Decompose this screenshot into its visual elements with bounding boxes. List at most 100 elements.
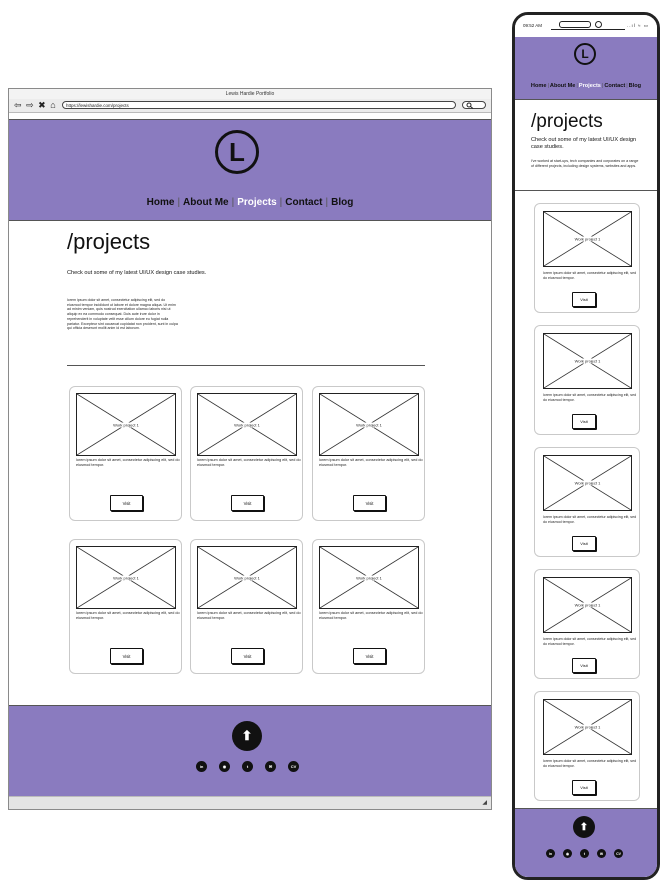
nav-about-me[interactable]: About Me — [180, 197, 232, 208]
signal-icon: ..ıl ≈ ▭ — [627, 23, 649, 28]
mobile-logo[interactable]: L — [574, 43, 596, 65]
placeholder-caption: Work project 1 — [233, 422, 261, 427]
visit-button[interactable]: Visit — [353, 495, 386, 511]
project-image-placeholder: Work project 1 — [319, 546, 419, 609]
placeholder-caption: Work project 1 — [355, 422, 383, 427]
nav-home[interactable]: Home — [144, 197, 178, 208]
main-nav: Home | About Me | Projects | Contact | Blog — [9, 197, 491, 208]
project-card: Work project 1 lorem ipsum dolor sit amet… — [312, 539, 425, 674]
site-header: L Home | About Me | Projects | Contact | Blog — [9, 119, 491, 221]
search-icon[interactable] — [462, 101, 486, 109]
logo[interactable]: L — [215, 130, 259, 174]
mobile-project-card: Work project 1 lorem ipsum dolor sit amet… — [534, 569, 640, 679]
twitter-icon[interactable]: t — [580, 849, 589, 858]
visit-button[interactable]: Visit — [572, 292, 596, 307]
email-icon[interactable]: ✉ — [265, 761, 276, 772]
m-nav-blog[interactable]: Blog — [628, 83, 642, 89]
nav-blog[interactable]: Blog — [328, 197, 356, 208]
github-icon[interactable]: ◉ — [563, 849, 572, 858]
placeholder-caption: Work project 1 — [573, 724, 602, 730]
visit-button[interactable]: Visit — [572, 658, 596, 673]
placeholder-caption: Work project 1 — [573, 236, 602, 242]
mobile-page-title: /projects — [531, 111, 603, 132]
status-time: 09:52 AM — [523, 23, 543, 28]
project-description: lorem ipsum dolor sit amet, consectetur … — [76, 458, 180, 467]
m-nav-contact[interactable]: Contact — [603, 83, 626, 89]
placeholder-caption: Work project 1 — [573, 480, 602, 486]
project-description: lorem ipsum dolor sit amet, consectetur … — [543, 515, 637, 524]
mobile-nav: Home|About Me|Projects|Contact|Blog — [530, 83, 642, 89]
placeholder-caption: Work project 1 — [355, 575, 383, 580]
project-image-placeholder: Work project 1 — [543, 699, 632, 755]
mobile-divider — [515, 190, 657, 191]
camera-icon — [595, 21, 602, 28]
m-nav-projects[interactable]: Projects — [578, 83, 602, 89]
project-card: Work project 1 lorem ipsum dolor sit amet… — [190, 539, 303, 674]
project-image-placeholder: Work project 1 — [76, 393, 176, 456]
visit-button[interactable]: Visit — [110, 648, 143, 664]
visit-button[interactable]: Visit — [572, 414, 596, 429]
mobile-scroll-top-icon[interactable]: ⬆ — [573, 816, 595, 838]
mobile-project-card: Work project 1 lorem ipsum dolor sit amet… — [534, 203, 640, 313]
mobile-project-card: Work project 1 lorem ipsum dolor sit amet… — [534, 325, 640, 435]
mobile-intro: I've worked at start-ups, tech companies… — [531, 159, 639, 168]
mobile-subtitle: Check out some of my latest UI/UX design… — [531, 137, 637, 150]
project-image-placeholder: Work project 1 — [197, 546, 297, 609]
nav-contact[interactable]: Contact — [282, 197, 325, 208]
speaker-icon — [559, 21, 591, 28]
page-subtitle: Check out some of my latest UI/UX design… — [67, 270, 207, 276]
project-image-placeholder: Work project 1 — [319, 393, 419, 456]
mobile-project-card: Work project 1 lorem ipsum dolor sit amet… — [534, 447, 640, 557]
project-card: Work project 1 lorem ipsum dolor sit amet… — [69, 386, 182, 521]
project-card: Work project 1 lorem ipsum dolor sit amet… — [190, 386, 303, 521]
visit-button[interactable]: Visit — [110, 495, 143, 511]
project-description: lorem ipsum dolor sit amet, consectetur … — [543, 393, 637, 402]
cv-icon[interactable]: CV — [288, 761, 299, 772]
project-description: lorem ipsum dolor sit amet, consectetur … — [543, 271, 637, 280]
site-footer: ⬆ in ◉ t ✉ CV — [9, 705, 491, 797]
github-icon[interactable]: ◉ — [219, 761, 230, 772]
project-card: Work project 1 lorem ipsum dolor sit amet… — [312, 386, 425, 521]
visit-button[interactable]: Visit — [353, 648, 386, 664]
project-image-placeholder: Work project 1 — [543, 455, 632, 511]
visit-button[interactable]: Visit — [231, 648, 264, 664]
project-description: lorem ipsum dolor sit amet, consectetur … — [543, 759, 637, 768]
project-description: lorem ipsum dolor sit amet, consectetur … — [197, 611, 301, 620]
visit-button[interactable]: Visit — [231, 495, 264, 511]
mobile-header: L Home|About Me|Projects|Contact|Blog — [515, 37, 657, 100]
mobile-footer: ⬆ in ◉ t ✉ CV — [515, 808, 657, 877]
project-image-placeholder: Work project 1 — [543, 577, 632, 633]
horizontal-scrollbar[interactable]: ◢ — [9, 796, 491, 809]
nav-projects[interactable]: Projects — [234, 197, 279, 208]
url-bar[interactable]: https://lewishardie.com/projects — [62, 101, 456, 109]
desktop-browser-window: Lewis Hardie Portfolio ⇦ ⇨ ✖ ⌂ https://l… — [8, 88, 492, 810]
scroll-top-icon[interactable]: ⬆ — [232, 721, 262, 751]
project-card: Work project 1 lorem ipsum dolor sit amet… — [69, 539, 182, 674]
visit-button[interactable]: Visit — [572, 536, 596, 551]
close-icon[interactable]: ✖ — [38, 100, 47, 111]
mobile-project-card: Work project 1 lorem ipsum dolor sit amet… — [534, 691, 640, 801]
placeholder-caption: Work project 1 — [112, 575, 140, 580]
intro-paragraph: lorem ipsum dolor sit amet, consectetur … — [67, 298, 178, 331]
twitter-icon[interactable]: t — [242, 761, 253, 772]
project-description: lorem ipsum dolor sit amet, consectetur … — [319, 458, 423, 467]
project-description: lorem ipsum dolor sit amet, consectetur … — [319, 611, 423, 620]
browser-nav-buttons: ⇦ ⇨ ✖ ⌂ — [14, 100, 57, 111]
home-icon[interactable]: ⌂ — [50, 100, 56, 111]
placeholder-caption: Work project 1 — [112, 422, 140, 427]
m-nav-home[interactable]: Home — [530, 83, 548, 89]
linkedin-icon[interactable]: in — [546, 849, 555, 858]
back-icon[interactable]: ⇦ — [14, 100, 23, 111]
placeholder-caption: Work project 1 — [573, 602, 602, 608]
mobile-phone-frame: 09:52 AM ..ıl ≈ ▭ L Home|About Me|Projec… — [512, 12, 660, 880]
placeholder-caption: Work project 1 — [233, 575, 261, 580]
email-icon[interactable]: ✉ — [597, 849, 606, 858]
m-nav-about-me[interactable]: About Me — [549, 83, 576, 89]
project-description: lorem ipsum dolor sit amet, consectetur … — [543, 637, 637, 646]
forward-icon[interactable]: ⇨ — [26, 100, 35, 111]
browser-toolbar: ⇦ ⇨ ✖ ⌂ https://lewishardie.com/projects — [9, 99, 491, 113]
linkedin-icon[interactable]: in — [196, 761, 207, 772]
project-image-placeholder: Work project 1 — [543, 211, 632, 267]
cv-icon[interactable]: CV — [614, 849, 623, 858]
visit-button[interactable]: Visit — [572, 780, 596, 795]
